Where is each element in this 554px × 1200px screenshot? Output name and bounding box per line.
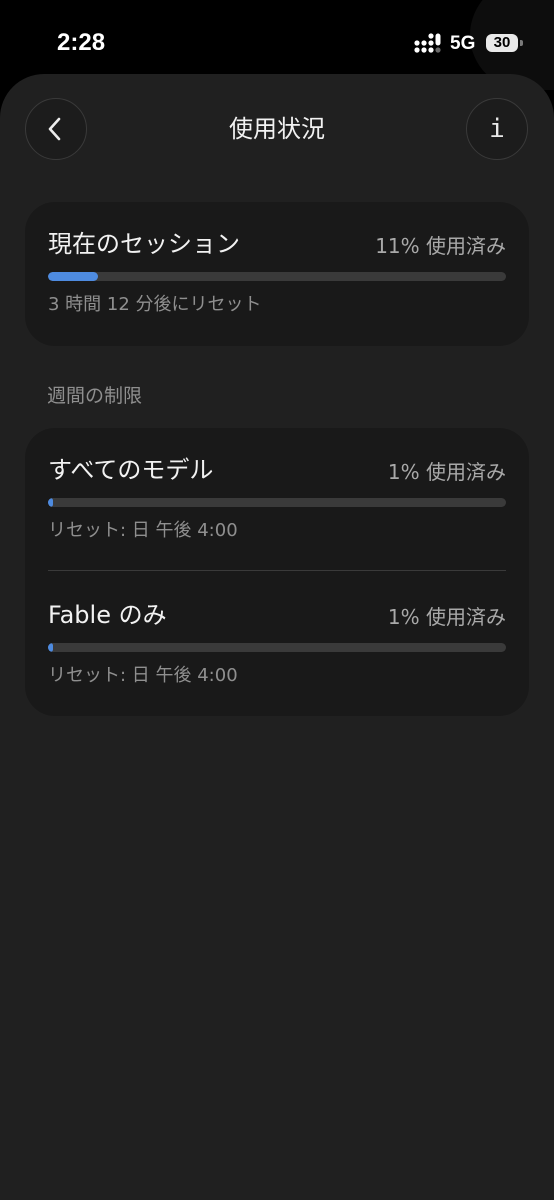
info-button[interactable]: i xyxy=(466,98,528,160)
battery-icon: 30 xyxy=(486,34,518,52)
weekly-row-percent: 1% 使用済み xyxy=(387,460,506,484)
weekly-card: すべてのモデル 1% 使用済み リセット: 日 午後 4:00 Fable のみ… xyxy=(25,428,529,716)
usage-sheet: 使用状況 i 現在のセッション 11% 使用済み 3 時間 12 分後にリセット… xyxy=(0,74,554,1200)
network-type: 5G xyxy=(450,33,476,54)
weekly-row-progress-bar xyxy=(48,498,506,507)
weekly-row-progress-fill xyxy=(48,643,53,652)
weekly-row-progress-bar xyxy=(48,643,506,652)
session-card: 現在のセッション 11% 使用済み 3 時間 12 分後にリセット xyxy=(25,202,529,346)
weekly-row-reset-text: リセット: 日 午後 4:00 xyxy=(48,665,238,686)
session-reset-text: 3 時間 12 分後にリセット xyxy=(48,294,262,315)
weekly-row-label: すべてのモデル xyxy=(48,456,214,484)
status-bar: 2:28 5G 30 xyxy=(0,0,554,80)
weekly-row-reset-text: リセット: 日 午後 4:00 xyxy=(48,520,238,541)
battery-tip xyxy=(520,40,523,46)
weekly-section-label: 週間の制限 xyxy=(47,385,143,407)
weekly-row-label: Fable のみ xyxy=(48,601,167,629)
info-icon: i xyxy=(489,114,505,144)
session-label: 現在のセッション xyxy=(48,230,240,258)
cellular-signal-icon xyxy=(414,33,441,53)
session-progress-bar xyxy=(48,272,506,281)
weekly-row-percent: 1% 使用済み xyxy=(387,605,506,629)
weekly-row-progress-fill xyxy=(48,498,53,507)
session-percent: 11% 使用済み xyxy=(375,234,506,258)
row-divider xyxy=(48,570,506,571)
session-progress-fill xyxy=(48,272,99,281)
status-time: 2:28 xyxy=(57,29,106,56)
usage-screen: 2:28 5G 30 使用状況 i 現在のセッション 11% 使用済み 3 時間… xyxy=(0,0,554,1200)
